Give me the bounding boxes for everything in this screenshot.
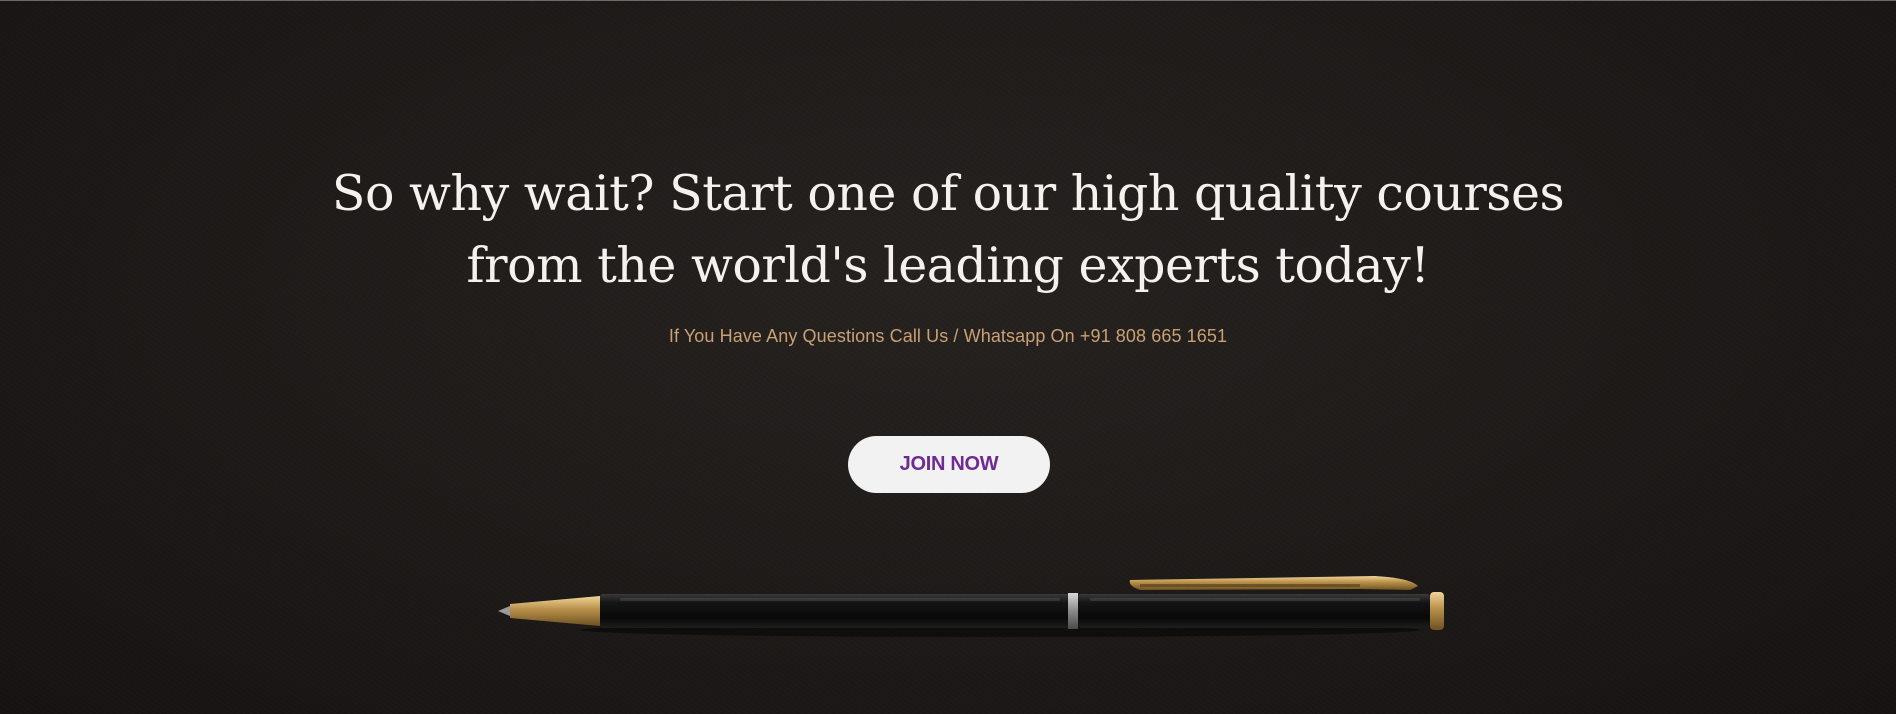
contact-text: If You Have Any Questions Call Us / What… [668, 326, 1228, 346]
headline-line-2: from the world's leading experts today! [466, 237, 1430, 294]
cta-headline: So why wait? Start one of our high quali… [248, 158, 1648, 302]
headline-line-1: So why wait? Start one of our high quali… [331, 165, 1565, 222]
top-divider [0, 0, 1896, 1]
pen-icon [498, 576, 1444, 637]
join-now-button[interactable]: JOIN NOW [848, 436, 1050, 493]
cta-section: So why wait? Start one of our high quali… [0, 0, 1896, 714]
